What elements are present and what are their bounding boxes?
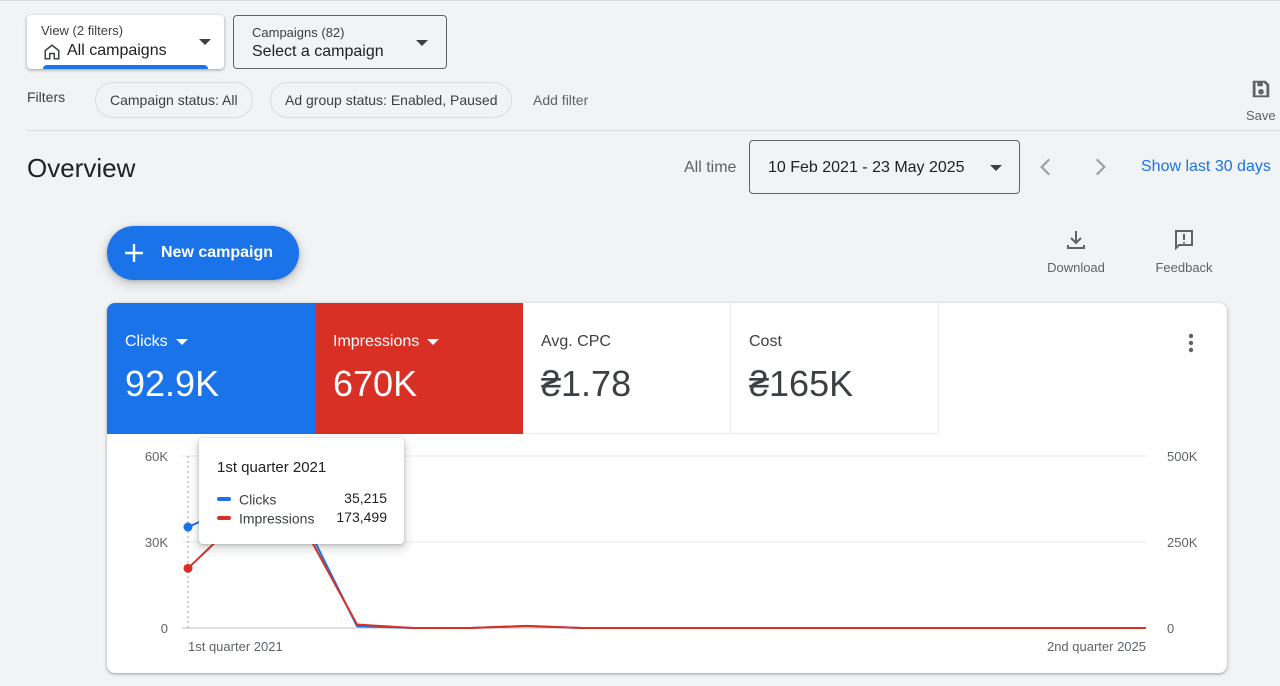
top-border bbox=[0, 0, 1280, 1]
chevron-down-icon bbox=[990, 165, 1002, 171]
download-label: Download bbox=[1047, 260, 1105, 275]
filters-label: Filters bbox=[27, 89, 66, 105]
impressions-swatch bbox=[217, 516, 231, 521]
series-point-clicks bbox=[183, 522, 193, 532]
active-indicator bbox=[43, 65, 208, 69]
left-axis-tick-label: 60K bbox=[145, 449, 168, 464]
tooltip-row-impressions: Impressions 173,499 bbox=[217, 509, 387, 526]
date-range-picker[interactable]: 10 Feb 2021 - 23 May 2025 bbox=[749, 140, 1020, 194]
series-point-impressions bbox=[183, 563, 193, 573]
right-axis-tick-label: 250K bbox=[1167, 535, 1198, 550]
left-axis-tick-label: 0 bbox=[161, 621, 168, 636]
date-range-value: 10 Feb 2021 - 23 May 2025 bbox=[768, 159, 965, 176]
metric-avg-cpc-label: Avg. CPC bbox=[541, 333, 611, 350]
x-axis-label-start: 1st quarter 2021 bbox=[188, 639, 283, 654]
tooltip-row-clicks: Clicks 35,215 bbox=[217, 490, 387, 507]
metric-clicks-label-wrap: Clicks bbox=[125, 333, 188, 351]
metric-impressions-label-wrap: Impressions bbox=[333, 333, 440, 351]
metric-clicks-label: Clicks bbox=[125, 333, 168, 350]
feedback-button[interactable]: Feedback bbox=[1148, 228, 1220, 280]
filter-chip-campaign-status[interactable]: Campaign status: All bbox=[95, 82, 253, 118]
view-selector[interactable]: View (2 filters) All campaigns bbox=[27, 15, 224, 69]
next-period-icon[interactable] bbox=[1087, 154, 1113, 180]
metric-impressions[interactable]: Impressions 670K bbox=[315, 303, 523, 434]
metric-impressions-label: Impressions bbox=[333, 333, 420, 350]
campaign-selector-value: Select a campaign bbox=[252, 43, 384, 60]
download-button[interactable]: Download bbox=[1040, 228, 1112, 280]
chevron-down-icon bbox=[427, 338, 440, 345]
metric-cost-value: ₴165K bbox=[749, 363, 854, 404]
tooltip-row-value: 173,499 bbox=[336, 509, 387, 525]
chevron-down-icon bbox=[416, 40, 428, 46]
chart-tooltip: 1st quarter 2021 Clicks 35,215 Impressio… bbox=[199, 438, 404, 544]
more-vert-icon[interactable] bbox=[1179, 331, 1203, 355]
save-label: Save bbox=[1246, 108, 1276, 123]
feedback-label: Feedback bbox=[1155, 260, 1213, 275]
right-axis-tick-label: 500K bbox=[1167, 449, 1198, 464]
feedback-icon bbox=[1175, 230, 1193, 251]
clicks-swatch bbox=[217, 497, 231, 502]
divider bbox=[27, 130, 1280, 131]
new-campaign-label: New campaign bbox=[161, 244, 274, 261]
chevron-down-icon bbox=[199, 39, 211, 45]
download-icon bbox=[1067, 231, 1085, 249]
metric-cost-label: Cost bbox=[749, 333, 782, 350]
left-axis-tick-label: 30K bbox=[145, 535, 168, 550]
right-axis-tick-label: 0 bbox=[1167, 621, 1174, 636]
filter-chip-ad-group-status[interactable]: Ad group status: Enabled, Paused bbox=[270, 82, 513, 118]
tooltip-row-value: 35,215 bbox=[344, 490, 387, 506]
metric-clicks[interactable]: Clicks 92.9K bbox=[107, 303, 315, 434]
save-button[interactable]: Save bbox=[1240, 76, 1280, 126]
save-icon bbox=[1252, 80, 1270, 98]
page-title: Overview bbox=[27, 153, 136, 183]
tooltip-row-label: Clicks bbox=[239, 491, 277, 508]
range-label: All time bbox=[684, 159, 737, 176]
metric-avg-cpc-value: ₴1.78 bbox=[541, 363, 632, 404]
view-selector-label: View (2 filters) bbox=[41, 23, 124, 38]
new-campaign-button[interactable]: New campaign bbox=[107, 226, 299, 280]
campaign-selector[interactable]: Campaigns (82) Select a campaign bbox=[233, 15, 447, 69]
tooltip-row-label: Impressions bbox=[239, 510, 315, 527]
metric-cost[interactable]: Cost ₴165K bbox=[731, 303, 939, 434]
view-selector-value: All campaigns bbox=[67, 42, 167, 59]
show-last-30-days-link[interactable]: Show last 30 days bbox=[1141, 158, 1271, 176]
metric-clicks-value: 92.9K bbox=[125, 363, 220, 404]
plus-icon bbox=[125, 244, 143, 262]
chevron-down-icon bbox=[175, 338, 188, 345]
x-axis-label-end: 2nd quarter 2025 bbox=[1047, 639, 1146, 654]
campaign-selector-label: Campaigns (82) bbox=[252, 25, 345, 40]
metric-avg-cpc[interactable]: Avg. CPC ₴1.78 bbox=[523, 303, 731, 434]
tooltip-title: 1st quarter 2021 bbox=[217, 459, 327, 476]
metric-impressions-value: 670K bbox=[333, 363, 418, 404]
add-filter-button[interactable]: Add filter bbox=[533, 92, 588, 108]
home-icon bbox=[44, 44, 60, 60]
previous-period-icon[interactable] bbox=[1033, 154, 1059, 180]
